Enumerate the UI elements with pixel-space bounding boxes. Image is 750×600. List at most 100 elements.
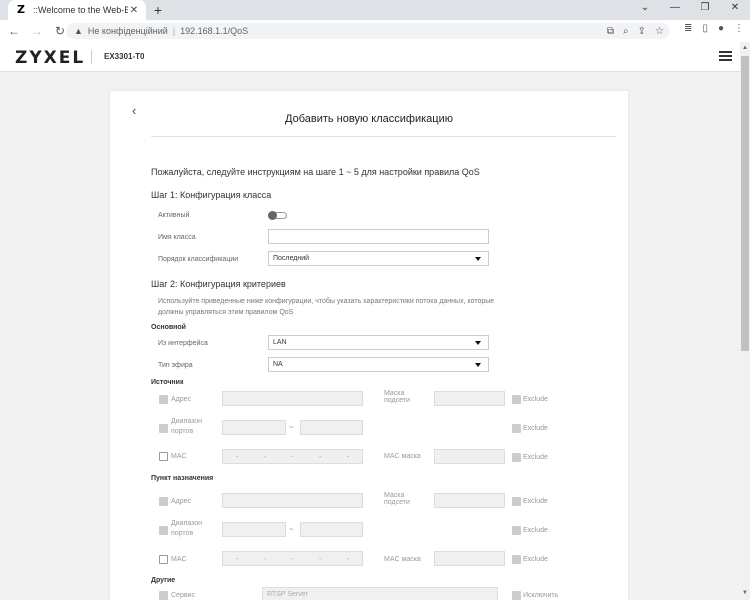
forward-arrow-icon[interactable]: →	[28, 22, 46, 40]
source-mask-input[interactable]	[434, 391, 505, 406]
source-address-input[interactable]	[222, 391, 363, 406]
step2-help: Используйте приведенные ниже конфигураци…	[158, 298, 495, 316]
close-tab-icon[interactable]: ✕	[128, 5, 140, 16]
mac-separator: -	[318, 554, 322, 563]
source-mac-input[interactable]: -----	[222, 449, 363, 464]
ether-type-value: NA	[273, 361, 283, 368]
caret-down-icon	[475, 341, 481, 345]
dest-mac-input[interactable]: -----	[222, 551, 363, 566]
mac-separator: -	[318, 452, 322, 461]
dest-address-label: Адрес	[171, 498, 192, 505]
source-mac-exclude-checkbox[interactable]	[512, 453, 521, 462]
source-mask-label: Маска подсети	[384, 390, 410, 404]
source-port-end-input[interactable]	[300, 420, 363, 435]
window-controls: ⌄ — ❐ ✕	[630, 0, 750, 18]
dest-address-checkbox[interactable]	[159, 497, 168, 506]
translate-icon[interactable]: ⧉	[607, 26, 614, 37]
classification-form: ‹ Добавить новую классификацию Пожалуйст…	[110, 91, 628, 600]
source-address-exclude-checkbox[interactable]	[512, 395, 521, 404]
url-text: 192.168.1.1/QoS	[180, 26, 249, 36]
restore-icon[interactable]: ❐	[690, 0, 720, 18]
zyxel-favicon-icon: Z	[17, 3, 25, 16]
service-exclude-checkbox[interactable]	[512, 591, 521, 600]
from-interface-select[interactable]: LAN	[268, 335, 489, 350]
service-checkbox[interactable]	[159, 591, 168, 600]
page-title: Добавить новую классификацию	[285, 113, 453, 125]
page-content: ZYXEL EX3301-T0 ‹ Добавить новую классиф…	[0, 42, 740, 600]
exclude-label: Exclude	[523, 498, 548, 505]
address-bar[interactable]: ▲ Не конфіденційний | 192.168.1.1/QoS ⧉ …	[66, 23, 670, 39]
scrollbar-thumb[interactable]	[741, 56, 749, 351]
share-icon[interactable]: ⇪	[638, 26, 646, 37]
chevron-down-icon[interactable]: ⌄	[630, 0, 660, 18]
menu-kebab-icon[interactable]: ⋮	[734, 23, 744, 34]
minimize-icon[interactable]: —	[660, 0, 690, 18]
reading-list-icon[interactable]: ≣	[684, 23, 692, 34]
step2-heading: Шаг 2: Конфигурация критериев	[151, 279, 286, 289]
source-mac-checkbox[interactable]	[159, 452, 168, 461]
mac-separator: -	[235, 452, 239, 461]
back-arrow-icon[interactable]: ←	[5, 22, 23, 40]
sidebar-icon[interactable]: ▯	[702, 23, 708, 34]
service-select[interactable]: RTSP Server	[262, 587, 498, 600]
class-name-input[interactable]	[268, 229, 489, 244]
other-label: Другие	[151, 577, 176, 584]
intro-text: Пожалуйста, следуйте инструкциям на шаге…	[151, 167, 480, 177]
scroll-down-icon[interactable]: ▼	[742, 590, 748, 596]
dest-mac-mask-label: MAC маска	[384, 556, 421, 563]
mac-separator: -	[346, 554, 350, 563]
dest-port-end-input[interactable]	[300, 522, 363, 537]
mac-separator: -	[263, 554, 267, 563]
source-port-checkbox[interactable]	[159, 424, 168, 433]
exclude-label: Exclude	[523, 425, 548, 432]
dest-port-checkbox[interactable]	[159, 526, 168, 535]
url-separator: |	[172, 26, 176, 36]
source-port-start-input[interactable]	[222, 420, 286, 435]
dest-mac-checkbox[interactable]	[159, 555, 168, 564]
mac-separator: -	[291, 452, 294, 461]
dest-address-exclude-checkbox[interactable]	[512, 497, 521, 506]
service-exclude-label: Исключить	[523, 592, 559, 599]
dest-mask-input[interactable]	[434, 493, 505, 508]
source-mac-mask-input[interactable]	[434, 449, 505, 464]
dest-port-exclude-checkbox[interactable]	[512, 526, 521, 535]
step1-heading: Шаг 1: Конфигурация класса	[151, 190, 272, 200]
scroll-up-icon[interactable]: ▲	[742, 45, 748, 51]
source-address-checkbox[interactable]	[159, 395, 168, 404]
mac-separator: -	[291, 554, 294, 563]
range-dash: ~	[289, 423, 294, 432]
zoom-icon[interactable]: ⌕	[623, 26, 629, 37]
source-port-label: Диапазон портов	[171, 418, 203, 435]
dest-mask-label: Маска подсети	[384, 492, 410, 506]
source-address-label: Адрес	[171, 396, 192, 403]
dest-mac-mask-input[interactable]	[434, 551, 505, 566]
destination-label: Пункт назначения	[151, 475, 214, 482]
bookmark-star-icon[interactable]: ☆	[655, 26, 664, 37]
dest-mac-exclude-checkbox[interactable]	[512, 555, 521, 564]
dest-port-start-input[interactable]	[222, 522, 286, 537]
order-label: Порядок классификации	[158, 256, 239, 263]
active-label: Активный	[158, 212, 190, 219]
mac-separator: -	[235, 554, 239, 563]
dest-port-label: Диапазон портов	[171, 520, 203, 537]
mac-separator: -	[346, 452, 350, 461]
from-interface-label: Из интерфейса	[158, 340, 208, 347]
close-window-icon[interactable]: ✕	[720, 0, 750, 18]
tab-title: ::Welcome to the Web-Based Co	[33, 5, 128, 15]
source-port-exclude-checkbox[interactable]	[512, 424, 521, 433]
header-divider	[91, 50, 92, 64]
warning-icon[interactable]: ▲	[74, 26, 83, 36]
page-scrollbar[interactable]: ▲ ▼	[740, 42, 750, 600]
caret-down-icon	[475, 257, 481, 261]
ether-type-select[interactable]: NA	[268, 357, 489, 372]
hamburger-menu-icon[interactable]	[719, 51, 732, 62]
new-tab-button[interactable]: +	[150, 2, 166, 18]
active-toggle[interactable]	[268, 211, 287, 220]
profile-icon[interactable]: ●	[718, 23, 724, 34]
exclude-label: Exclude	[523, 556, 548, 563]
device-model: EX3301-T0	[104, 52, 145, 61]
order-select[interactable]: Последний	[268, 251, 489, 266]
browser-tab[interactable]: Z ::Welcome to the Web-Based Co ✕	[8, 0, 146, 20]
dest-address-input[interactable]	[222, 493, 363, 508]
toolbar-actions: ≣ ▯ ● ⋮	[684, 23, 744, 34]
